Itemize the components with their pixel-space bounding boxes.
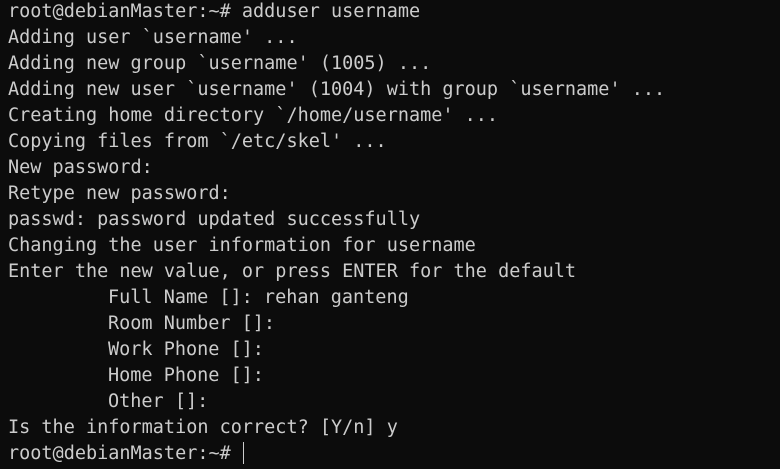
terminal-line-changing-info: Changing the user information for userna… bbox=[8, 235, 476, 256]
terminal-line-adding-new-user: Adding new user `username' (1004) with g… bbox=[8, 79, 666, 100]
terminal-line-work-phone: Work Phone []: bbox=[108, 339, 264, 360]
terminal-line-retype-password: Retype new password: bbox=[8, 183, 231, 204]
terminal-line-full-name: Full Name []: rehan ganteng bbox=[108, 287, 409, 308]
terminal-line-confirm: Is the information correct? [Y/n] y bbox=[8, 417, 398, 438]
text-cursor bbox=[242, 442, 244, 464]
terminal-line-new-password: New password: bbox=[8, 157, 153, 178]
terminal-line-creating-home: Creating home directory `/home/username'… bbox=[8, 105, 499, 126]
terminal-line-home-phone: Home Phone []: bbox=[108, 365, 264, 386]
terminal-line-room-number: Room Number []: bbox=[108, 313, 276, 334]
terminal-line-command: root@debianMaster:~# adduser username bbox=[8, 1, 421, 22]
terminal-window[interactable]: root@debianMaster:~# adduser username Ad… bbox=[0, 0, 780, 468]
terminal-prompt: root@debianMaster:~# bbox=[8, 443, 242, 464]
terminal-prompt-line[interactable]: root@debianMaster:~# bbox=[8, 441, 780, 467]
terminal-line-other: Other []: bbox=[108, 391, 209, 412]
terminal-line-adding-group: Adding new group `username' (1005) ... bbox=[8, 53, 432, 74]
terminal-line-passwd-updated: passwd: password updated successfully bbox=[8, 209, 421, 230]
terminal-line-copying-files: Copying files from `/etc/skel' ... bbox=[8, 131, 387, 152]
terminal-line-enter-new-value: Enter the new value, or press ENTER for … bbox=[8, 261, 577, 282]
terminal-line-adding-user: Adding user `username' ... bbox=[8, 27, 298, 48]
